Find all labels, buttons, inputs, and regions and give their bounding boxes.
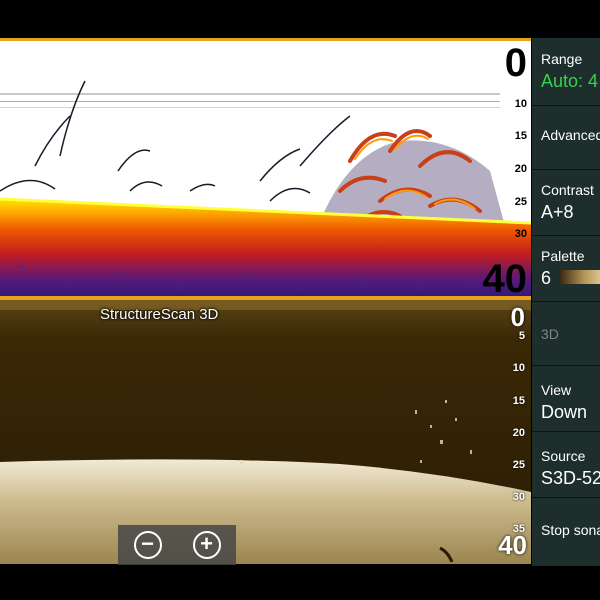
source-value: S3D-52	[541, 468, 600, 488]
menu-item-advanced[interactable]: Advanced	[532, 106, 600, 170]
depth-tick: 20	[514, 163, 527, 175]
menu-item-range[interactable]: Range Auto: 4	[532, 38, 600, 106]
depth-tick: 15	[512, 395, 525, 407]
menu-item-label: Contrast	[541, 182, 594, 198]
depth-tick: 10	[514, 98, 527, 110]
depth-tick: 25	[512, 459, 525, 471]
menu-item-source[interactable]: Source S3D-52	[532, 432, 600, 498]
depth-bottom-readout: 40	[498, 530, 527, 560]
menu-item-label: 3D	[541, 326, 559, 342]
depth-tick: 25	[514, 196, 527, 208]
menu-item-label: Stop sonar	[541, 522, 600, 538]
depth-tick: 5	[518, 330, 525, 342]
mode-label: StructureScan 3D	[100, 306, 219, 323]
depth-tick: 20	[512, 427, 525, 439]
menu-item-label: Source	[541, 448, 586, 464]
range-value: Auto: 4	[541, 71, 599, 91]
menu-item-label: Palette	[541, 248, 585, 264]
menu-item-label: Range	[541, 51, 583, 67]
menu-item-3d[interactable]: 3D	[532, 302, 600, 366]
zoom-out-button[interactable]: −	[133, 531, 162, 559]
sonar-image-top	[0, 41, 531, 296]
depth-tick: 30	[512, 491, 525, 503]
menu-item-label: View	[541, 382, 572, 398]
menu-item-palette[interactable]: Palette 6	[532, 236, 600, 302]
depth-tick: 15	[514, 130, 527, 142]
depth-top-readout: 0	[504, 41, 527, 85]
depth-bottom-readout: 40	[482, 257, 528, 296]
zoom-in-button[interactable]: +	[192, 531, 221, 559]
sonar-menu: Range Auto: 4 Advanced Contrast A+8 Pale…	[532, 38, 600, 566]
menu-item-stop-sonar[interactable]: Stop sonar	[532, 498, 600, 566]
sonar-screen: 0 10 15 20 25 30 40 0 5 10 15 20 25 30 3…	[0, 0, 600, 600]
depth-tick: 10	[512, 362, 525, 374]
depth-tick: 30	[514, 228, 527, 240]
sonar-pane-top[interactable]: 0 10 15 20 25 30 40	[0, 38, 531, 296]
zoom-controls: − +	[118, 525, 236, 565]
menu-item-label: Advanced	[541, 127, 600, 143]
palette-swatch-icon	[560, 270, 600, 284]
contrast-value: A+8	[541, 202, 574, 222]
sonar-image-bottom	[0, 300, 531, 564]
palette-value: 6	[541, 268, 552, 288]
menu-item-contrast[interactable]: Contrast A+8	[532, 170, 600, 236]
view-value: Down	[541, 402, 588, 422]
menu-item-view[interactable]: View Down	[532, 366, 600, 432]
sonar-pane-bottom[interactable]: 0 5 10 15 20 25 30 35 40	[0, 300, 531, 564]
depth-top-readout: 0	[510, 302, 525, 332]
